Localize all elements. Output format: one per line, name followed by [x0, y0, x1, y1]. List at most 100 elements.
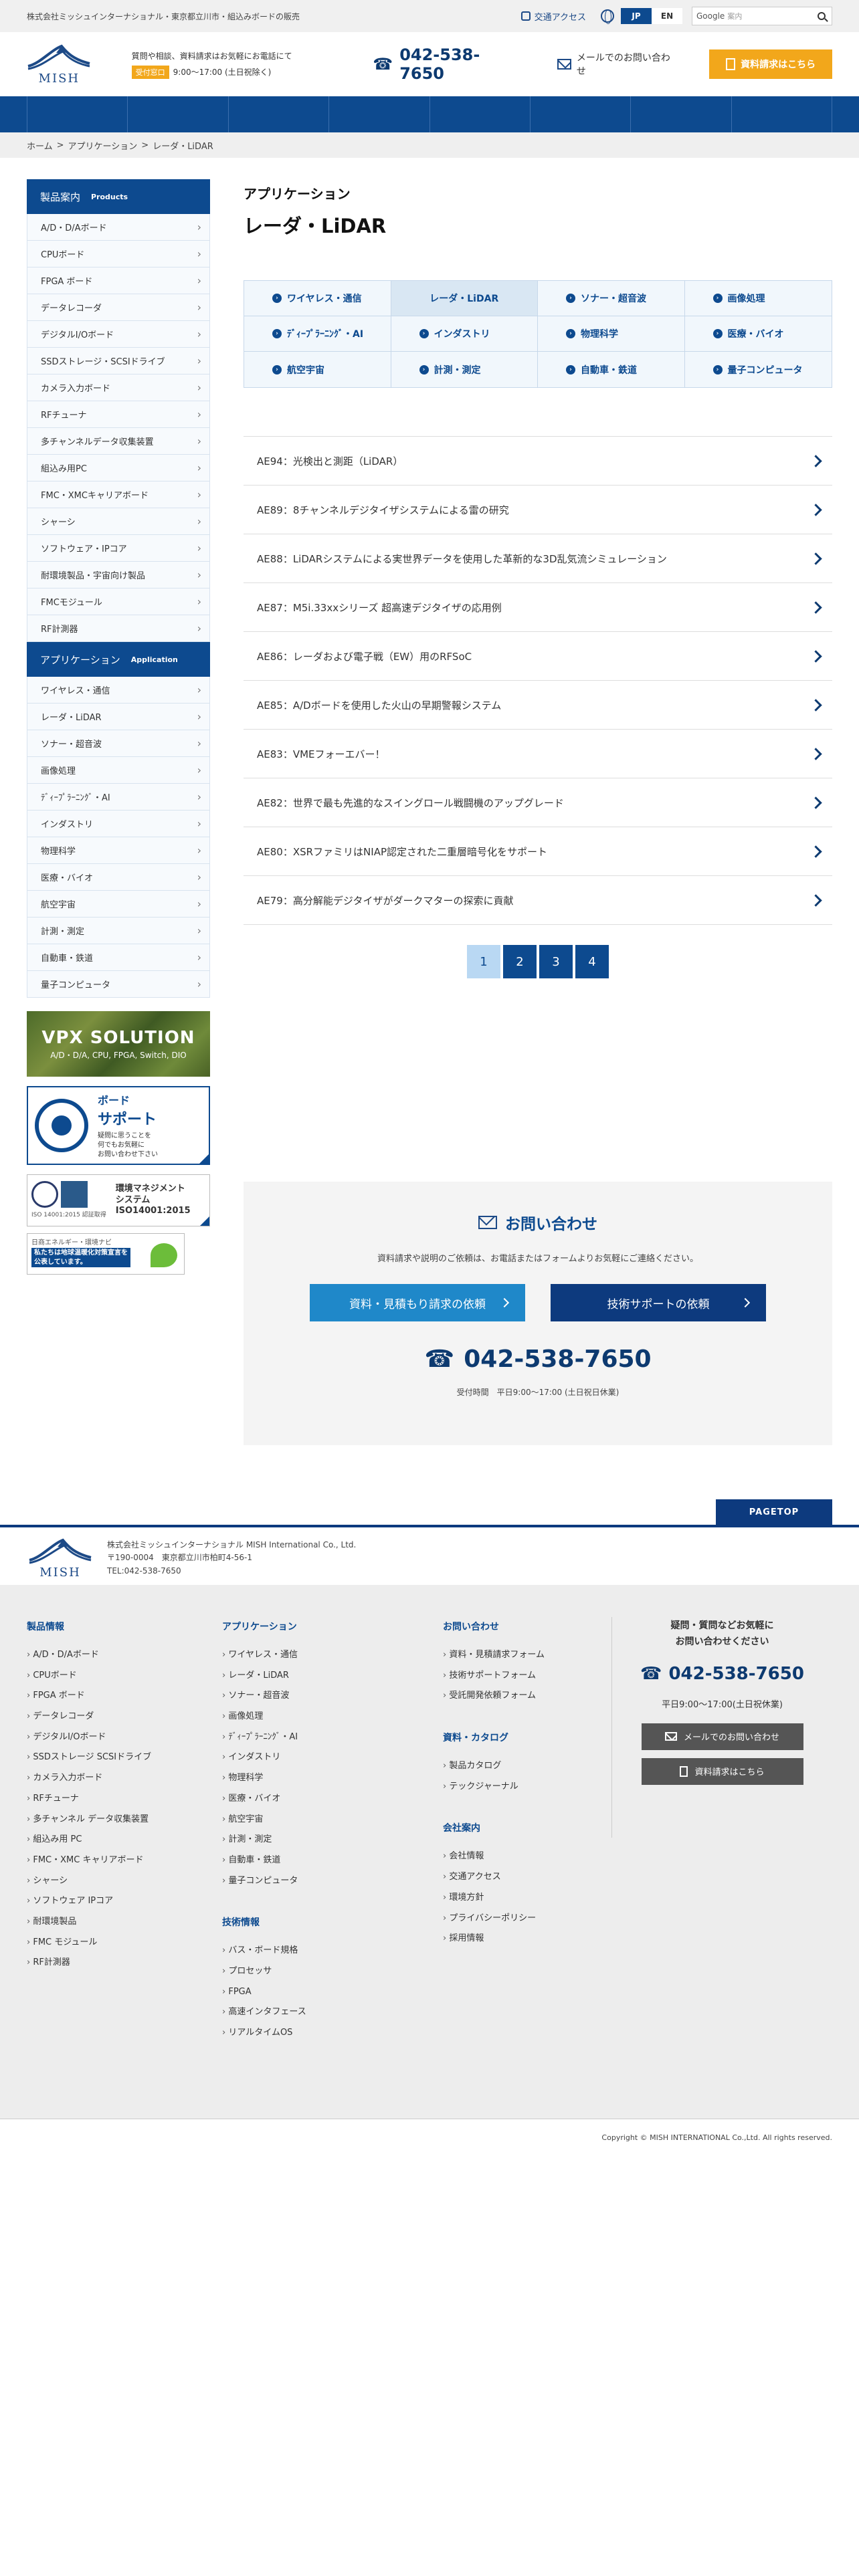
- nav-item[interactable]: [429, 96, 530, 132]
- footer-link[interactable]: 医療・バイオ: [222, 1789, 306, 1810]
- sidebar-item-product[interactable]: SSDストレージ・SCSIドライブ: [27, 348, 210, 374]
- article-link[interactable]: AE80：XSRファミリはNIAP認定された二重層暗号化をサポート: [244, 827, 832, 876]
- sidebar-item-product[interactable]: データレコーダ: [27, 294, 210, 321]
- pagetop-button[interactable]: PAGETOP: [716, 1499, 832, 1525]
- sidebar-item-application[interactable]: ワイヤレス・通信: [27, 677, 210, 704]
- application-tab[interactable]: › インダストリ: [391, 316, 538, 352]
- footer-logo[interactable]: MISH: [27, 1537, 94, 1580]
- sidebar-item-product[interactable]: 耐環境製品・宇宙向け製品: [27, 562, 210, 588]
- tech-support-button[interactable]: 技術サポートの依頼: [551, 1284, 766, 1321]
- search-button[interactable]: [812, 7, 832, 25]
- sidebar-item-application[interactable]: インダストリ: [27, 811, 210, 837]
- application-tab[interactable]: › 量子コンピュータ: [684, 352, 832, 387]
- footer-link[interactable]: データレコーダ: [27, 1707, 151, 1727]
- article-link[interactable]: AE85：A/Dボードを使用した火山の早期警報システム: [244, 681, 832, 730]
- application-tab[interactable]: › ソナー・超音波: [538, 281, 685, 316]
- nav-item[interactable]: [27, 96, 127, 132]
- footer-link[interactable]: 交通アクセス: [443, 1867, 545, 1888]
- footer-link[interactable]: 自動車・鉄道: [222, 1850, 306, 1871]
- quote-request-button[interactable]: 資料・見積もり請求の依頼: [310, 1284, 525, 1321]
- application-tab[interactable]: › 医療・バイオ: [684, 316, 832, 352]
- article-link[interactable]: AE86：レーダおよび電子戦（EW）用のRFSoC: [244, 632, 832, 681]
- article-link[interactable]: AE87：M5i.33xxシリーズ 超高速デジタイザの応用例: [244, 583, 832, 632]
- article-link[interactable]: AE89：8チャンネルデジタイザシステムによる雷の研究: [244, 486, 832, 534]
- footer-link[interactable]: バス・ボード規格: [222, 1941, 306, 1961]
- sidebar-item-product[interactable]: デジタルI/Oボード: [27, 321, 210, 348]
- footer-link[interactable]: A/D・D/Aボード: [27, 1645, 151, 1666]
- lang-en-button[interactable]: EN: [652, 8, 682, 24]
- sidebar-item-application[interactable]: ソナー・超音波: [27, 730, 210, 757]
- footer-link[interactable]: 物理科学: [222, 1768, 306, 1789]
- application-tab[interactable]: › ﾃﾞｨｰﾌﾟﾗｰﾆﾝｸﾞ・AI: [244, 316, 391, 352]
- sidebar-item-product[interactable]: 組込み用PC: [27, 455, 210, 481]
- contact-phone[interactable]: ☎ 042-538-7650: [244, 1346, 832, 1373]
- footer-link[interactable]: RFチューナ: [27, 1789, 151, 1810]
- application-tab[interactable]: › 航空宇宙: [244, 352, 391, 387]
- sidebar-item-product[interactable]: CPUボード: [27, 241, 210, 267]
- page-button[interactable]: 2: [503, 945, 537, 978]
- footer-link[interactable]: 会社情報: [443, 1846, 545, 1867]
- footer-link[interactable]: RF計測器: [27, 1953, 151, 1973]
- footer-link[interactable]: ﾃﾞｨｰﾌﾟﾗｰﾆﾝｸﾞ・AI: [222, 1727, 306, 1748]
- footer-link[interactable]: 製品カタログ: [443, 1756, 545, 1777]
- sidebar-item-application[interactable]: ﾃﾞｨｰﾌﾟﾗｰﾆﾝｸﾞ・AI: [27, 784, 210, 811]
- sidebar-item-product[interactable]: FPGA ボード: [27, 267, 210, 294]
- nav-item[interactable]: [127, 96, 227, 132]
- sidebar-item-product[interactable]: ソフトウェア・IPコア: [27, 535, 210, 562]
- sidebar-item-application[interactable]: 量子コンピュータ: [27, 971, 210, 998]
- vpx-solution-banner[interactable]: VPX SOLUTION A/D・D/A, CPU, FPGA, Switch,…: [27, 1011, 210, 1077]
- footer-link[interactable]: リアルタイムOS: [222, 2023, 306, 2044]
- header-phone[interactable]: ☎ 042-538-7650: [373, 45, 519, 83]
- application-tab[interactable]: › ワイヤレス・通信: [244, 281, 391, 316]
- application-tab[interactable]: › 物理科学: [538, 316, 685, 352]
- board-support-banner[interactable]: ボード サポート 疑問に思うことを 何でもお気軽に お問い合わせ下さい: [27, 1086, 210, 1165]
- sidebar-item-product[interactable]: カメラ入力ボード: [27, 374, 210, 401]
- footer-link[interactable]: プライバシーポリシー: [443, 1909, 545, 1929]
- footer-link[interactable]: 耐環境製品: [27, 1912, 151, 1933]
- footer-link[interactable]: CPUボード: [27, 1666, 151, 1687]
- footer-link[interactable]: 組込み用 PC: [27, 1830, 151, 1850]
- footer-link[interactable]: SSDストレージ SCSIドライブ: [27, 1747, 151, 1768]
- article-link[interactable]: AE82：世界で最も先進的なスイングロール戦闘機のアップグレード: [244, 778, 832, 827]
- application-tab[interactable]: › 計測・測定: [391, 352, 538, 387]
- footer-link[interactable]: 画像処理: [222, 1707, 306, 1727]
- footer-phone[interactable]: ☎ 042-538-7650: [612, 1664, 832, 1684]
- footer-link[interactable]: デジタルI/Oボード: [27, 1727, 151, 1748]
- footer-mail-button[interactable]: メールでのお問い合わせ: [641, 1723, 803, 1750]
- page-button[interactable]: 1: [467, 945, 500, 978]
- sidebar-item-product[interactable]: RF計測器: [27, 615, 210, 642]
- footer-link[interactable]: ワイヤレス・通信: [222, 1645, 306, 1666]
- sidebar-item-application[interactable]: 医療・バイオ: [27, 864, 210, 891]
- sidebar-item-product[interactable]: FMCモジュール: [27, 588, 210, 615]
- nav-item[interactable]: [227, 96, 328, 132]
- mail-inquiry-link[interactable]: メールでのお問い合わせ: [557, 51, 676, 78]
- footer-link[interactable]: シャーシ: [27, 1871, 151, 1892]
- application-tab[interactable]: › 画像処理: [684, 281, 832, 316]
- footer-link[interactable]: プロセッサ: [222, 1961, 306, 1982]
- sidebar-item-application[interactable]: 航空宇宙: [27, 891, 210, 918]
- article-link[interactable]: AE83：VMEフォーエバー！: [244, 730, 832, 778]
- sidebar-item-product[interactable]: シャーシ: [27, 508, 210, 535]
- sidebar-item-application[interactable]: レーダ・LiDAR: [27, 704, 210, 730]
- lang-jp-button[interactable]: JP: [621, 8, 652, 24]
- footer-link[interactable]: 技術サポートフォーム: [443, 1666, 545, 1687]
- sidebar-item-application[interactable]: 計測・測定: [27, 918, 210, 944]
- nav-item[interactable]: [529, 96, 630, 132]
- article-link[interactable]: AE79：高分解能デジタイザがダークマターの探索に貢献: [244, 876, 832, 925]
- application-tab[interactable]: ›レーダ・LiDAR: [391, 281, 538, 316]
- sidebar-item-application[interactable]: 物理科学: [27, 837, 210, 864]
- article-link[interactable]: AE88：LiDARシステムによる実世界データを使用した革新的な3D乱気流シミュ…: [244, 534, 832, 583]
- breadcrumb-home[interactable]: ホーム: [27, 139, 53, 152]
- footer-link[interactable]: FPGA: [222, 1982, 306, 2003]
- nav-item[interactable]: [630, 96, 731, 132]
- footer-request-button[interactable]: 資料請求はこちら: [641, 1757, 803, 1785]
- footer-link[interactable]: 多チャンネル データ収集装置: [27, 1810, 151, 1830]
- footer-link[interactable]: 計測・測定: [222, 1830, 306, 1850]
- site-search-input[interactable]: Google 案内: [692, 7, 832, 25]
- footer-link[interactable]: 受託開発依頼フォーム: [443, 1686, 545, 1707]
- footer-link[interactable]: FMC モジュール: [27, 1933, 151, 1953]
- footer-link[interactable]: ソフトウェア IPコア: [27, 1891, 151, 1912]
- footer-link[interactable]: インダストリ: [222, 1747, 306, 1768]
- breadcrumb-applications[interactable]: アプリケーション: [68, 139, 138, 152]
- footer-link[interactable]: 環境方針: [443, 1888, 545, 1909]
